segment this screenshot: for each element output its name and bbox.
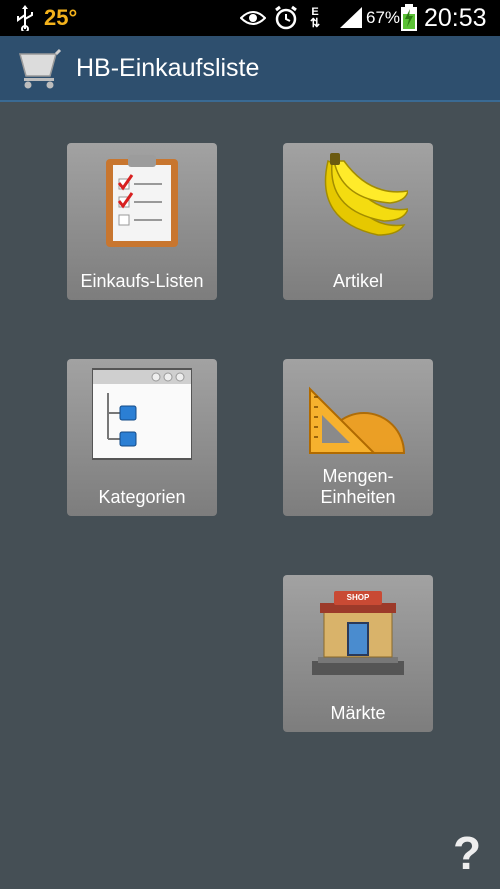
network-arrows-icon: E ⇅	[310, 6, 321, 30]
eye-icon	[240, 0, 266, 36]
usb-icon	[14, 0, 36, 36]
battery-percent: 67%	[366, 8, 401, 27]
help-icon[interactable]: ?	[450, 830, 484, 876]
alarm-icon	[274, 0, 298, 36]
tile-maerkte[interactable]: SHOP Märkte	[283, 575, 433, 732]
tile-label: Kategorien	[98, 487, 186, 507]
tile-mengen-einheiten[interactable]: Mengen- Einheiten	[283, 359, 433, 516]
shopping-cart-icon[interactable]	[18, 48, 64, 95]
tile-label: Einkaufs-Listen	[80, 271, 204, 291]
ruler-protractor-icon	[308, 367, 408, 467]
tile-kategorien[interactable]: Kategorien	[67, 359, 217, 516]
battery-charging-icon	[400, 0, 418, 36]
tile-label: Mengen- Einheiten	[320, 466, 396, 507]
clock: 20:53	[424, 3, 487, 32]
tile-label: Märkte	[330, 703, 386, 723]
tile-label: Artikel	[332, 271, 383, 291]
signal-icon	[338, 0, 364, 36]
category-tree-icon	[91, 367, 193, 467]
action-bar: HB-Einkaufsliste	[0, 36, 500, 102]
app-title: HB-Einkaufsliste	[76, 54, 260, 82]
shop-icon: SHOP	[308, 583, 408, 683]
shop-sign-text: SHOP	[346, 593, 370, 602]
tile-artikel[interactable]: Artikel	[283, 143, 433, 300]
banana-icon	[308, 151, 410, 251]
temperature: 25°	[44, 5, 78, 30]
checklist-icon	[92, 151, 192, 251]
status-bar: 25° E ⇅ 67% 20:53	[0, 0, 500, 36]
tile-einkaufs-listen[interactable]: Einkaufs-Listen	[67, 143, 217, 300]
